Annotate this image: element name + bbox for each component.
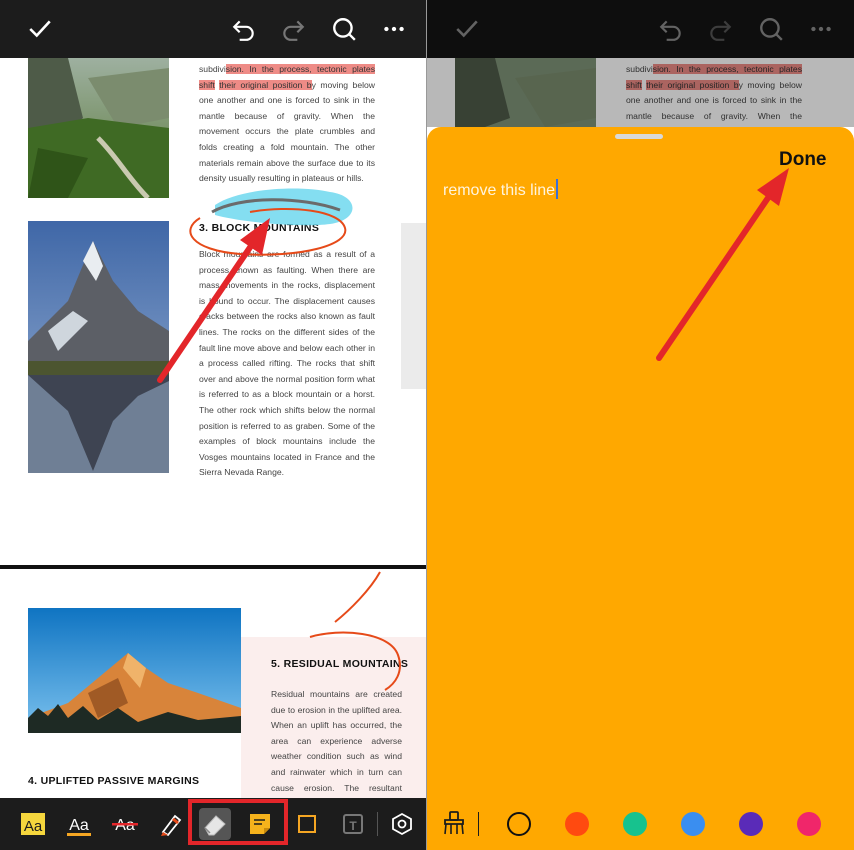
highlighted-text[interactable]: their original position b [219, 79, 312, 90]
left-screen: subdivision. In the process, tectonic pl… [0, 0, 427, 850]
svg-text:T: T [349, 819, 357, 833]
color-swatch-blue[interactable] [681, 812, 705, 836]
more-options-icon[interactable] [379, 14, 409, 44]
dim-overlay[interactable] [427, 0, 854, 127]
svg-text:Aa: Aa [69, 817, 89, 834]
paragraph-residual-mountains: Residual mountains are created due to er… [271, 689, 402, 793]
heading-residual-mountains: 5. RESIDUAL MOUNTAINS [271, 658, 409, 670]
heading-block-mountains: 3. BLOCK MOUNTAINS [199, 222, 320, 234]
confirm-check-icon[interactable] [25, 14, 55, 44]
highlight-icon[interactable]: Aa [17, 808, 49, 840]
right-screen: subdivision. In the process, tectonic pl… [427, 0, 854, 850]
clear-format-icon[interactable] [441, 810, 467, 836]
para1-seg: subdivi [199, 64, 226, 74]
heading-uplifted-passive-margins: 4. UPLIFTED PASSIVE MARGINS [28, 775, 200, 787]
underline-icon[interactable]: Aa [63, 808, 95, 840]
page-separator [0, 565, 426, 569]
highlight-box-annotation [188, 799, 288, 845]
done-button[interactable]: Done [779, 149, 827, 171]
note-text: remove this line [443, 182, 556, 199]
pen-icon[interactable] [155, 808, 187, 840]
sunset-mountain-photo [28, 608, 241, 733]
rectangle-icon[interactable] [291, 808, 323, 840]
redo-icon[interactable] [278, 14, 308, 44]
colorbar-divider [478, 812, 479, 836]
color-swatch-purple[interactable] [739, 812, 763, 836]
textbox-icon[interactable]: T [337, 808, 369, 840]
paragraph-fold-mountains: subdivision. In the process, tectonic pl… [199, 62, 375, 187]
top-toolbar [0, 0, 426, 58]
undo-icon[interactable] [229, 14, 259, 44]
note-editor-sheet[interactable]: Done remove this line [427, 127, 854, 850]
note-text-input[interactable]: remove this line [443, 179, 559, 200]
settings-icon[interactable] [386, 808, 418, 840]
color-picker-bar [427, 798, 854, 850]
color-swatch-green[interactable] [623, 812, 647, 836]
strikethrough-icon[interactable]: Aa [109, 808, 141, 840]
paragraph-block-mountains: Block mountains are formed as a result o… [199, 249, 375, 478]
color-swatch-pink[interactable] [797, 812, 821, 836]
svg-text:Aa: Aa [24, 818, 43, 835]
color-swatch-orange[interactable] [565, 812, 589, 836]
scroll-indicator[interactable] [401, 223, 426, 389]
document-page[interactable]: subdivision. In the process, tectonic pl… [0, 58, 426, 798]
search-icon[interactable] [329, 14, 359, 44]
mountain-lake-photo [28, 221, 169, 473]
valley-photo [28, 58, 169, 198]
color-swatch-none[interactable] [507, 812, 531, 836]
toolbar-divider [377, 812, 378, 836]
para1-seg: y moving below one another and one is fo… [199, 79, 375, 184]
text-caret [556, 179, 559, 199]
drag-handle[interactable] [615, 134, 663, 139]
